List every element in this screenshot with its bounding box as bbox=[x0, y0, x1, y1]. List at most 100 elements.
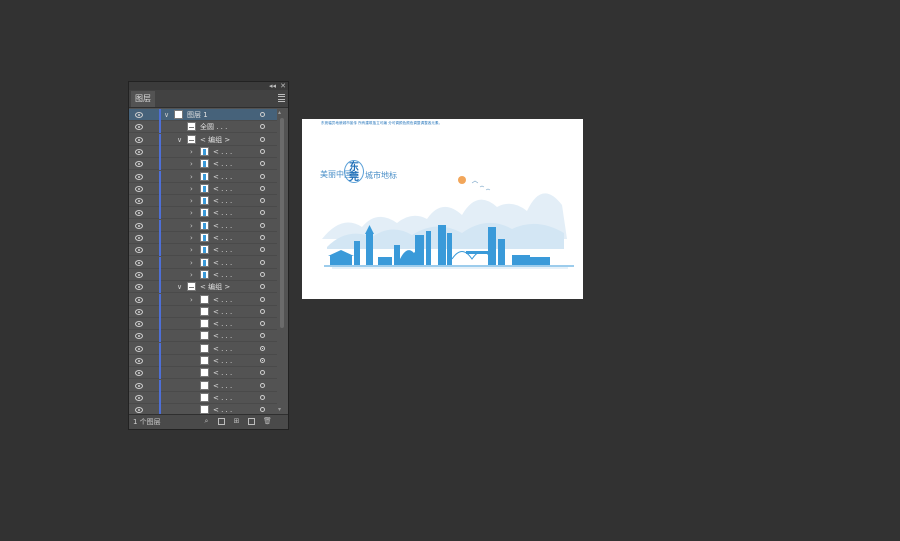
layer-name[interactable]: < . . . bbox=[213, 158, 232, 170]
collapse-chevron-icon[interactable]: › bbox=[190, 269, 193, 281]
layer-row[interactable]: › < . . . bbox=[129, 256, 277, 269]
layer-row[interactable]: ∨ < 编组 > bbox=[129, 133, 277, 146]
layer-row[interactable]: › < . . . bbox=[129, 207, 277, 220]
delete-icon[interactable]: 🗑 bbox=[263, 418, 272, 425]
layer-name[interactable]: < . . . bbox=[213, 294, 232, 306]
eye-visibility-icon[interactable] bbox=[135, 136, 143, 143]
layer-row[interactable]: < . . . bbox=[129, 318, 277, 331]
eye-visibility-icon[interactable] bbox=[135, 148, 143, 155]
layer-name[interactable]: < . . . bbox=[213, 367, 232, 379]
collapse-chevron-icon[interactable]: › bbox=[190, 183, 193, 195]
layer-name[interactable]: < . . . bbox=[213, 318, 232, 330]
target-circle-icon[interactable] bbox=[260, 247, 265, 253]
layer-row[interactable]: < . . . bbox=[129, 379, 277, 392]
collapse-chevron-icon[interactable]: › bbox=[190, 220, 193, 232]
tab-layers[interactable]: 图层 bbox=[131, 91, 155, 107]
layer-row[interactable]: › < . . . bbox=[129, 182, 277, 195]
layer-row[interactable]: < . . . bbox=[129, 342, 277, 355]
target-circle-icon[interactable] bbox=[260, 173, 265, 179]
layer-name[interactable]: < . . . bbox=[213, 380, 232, 392]
layer-row[interactable]: 全圆 . . . bbox=[129, 121, 277, 134]
layer-row[interactable]: › < . . . bbox=[129, 170, 277, 183]
make-clipping-mask-icon[interactable] bbox=[218, 418, 225, 425]
layer-name[interactable]: < 编组 > bbox=[200, 134, 230, 146]
target-circle-icon[interactable] bbox=[260, 333, 265, 339]
eye-visibility-icon[interactable] bbox=[135, 259, 143, 266]
target-circle-icon[interactable] bbox=[260, 296, 265, 302]
eye-visibility-icon[interactable] bbox=[135, 210, 143, 217]
layer-name[interactable]: < . . . bbox=[213, 171, 232, 183]
eye-visibility-icon[interactable] bbox=[135, 321, 143, 328]
layer-row[interactable]: < . . . bbox=[129, 367, 277, 380]
scroll-down-arrow-icon[interactable]: ▾ bbox=[278, 406, 281, 413]
layer-name[interactable]: 图层 1 bbox=[187, 109, 208, 121]
layer-row[interactable]: › < . . . bbox=[129, 244, 277, 257]
layer-name[interactable]: 全圆 . . . bbox=[200, 121, 227, 133]
eye-visibility-icon[interactable] bbox=[135, 173, 143, 180]
panel-menu-icon[interactable] bbox=[278, 94, 285, 102]
layer-name[interactable]: < . . . bbox=[213, 343, 232, 355]
collapse-chevron-icon[interactable]: › bbox=[190, 244, 193, 256]
layer-name[interactable]: < . . . bbox=[213, 306, 232, 318]
eye-visibility-icon[interactable] bbox=[135, 161, 143, 168]
target-circle-icon[interactable] bbox=[260, 382, 265, 388]
target-circle-icon[interactable] bbox=[260, 370, 265, 376]
eye-visibility-icon[interactable] bbox=[135, 185, 143, 192]
layer-name[interactable]: < . . . bbox=[213, 146, 232, 158]
collapse-chevron-icon[interactable]: › bbox=[190, 195, 193, 207]
eye-visibility-icon[interactable] bbox=[135, 394, 143, 401]
target-circle-icon[interactable] bbox=[260, 148, 265, 154]
collapse-chevron-icon[interactable]: › bbox=[190, 294, 193, 306]
layer-row[interactable]: < . . . bbox=[129, 355, 277, 367]
eye-visibility-icon[interactable] bbox=[135, 333, 143, 340]
layer-row[interactable]: › < . . . bbox=[129, 293, 277, 306]
eye-visibility-icon[interactable] bbox=[135, 407, 143, 414]
layer-name[interactable]: < . . . bbox=[213, 183, 232, 195]
target-circle-icon[interactable] bbox=[260, 124, 265, 130]
expand-chevron-icon[interactable]: ∨ bbox=[164, 109, 169, 121]
artboard[interactable]: 东莞幅员地貌城市宣传 所有建筑独立可编 分可调颜色颜色调整调整各元素。 美丽中国… bbox=[302, 119, 583, 299]
target-circle-icon[interactable] bbox=[260, 394, 265, 400]
eye-visibility-icon[interactable] bbox=[135, 271, 143, 278]
collapse-chevron-icon[interactable]: › bbox=[190, 232, 193, 244]
eye-visibility-icon[interactable] bbox=[135, 308, 143, 315]
target-circle-icon[interactable] bbox=[260, 259, 265, 265]
eye-visibility-icon[interactable] bbox=[135, 112, 143, 118]
layer-row[interactable]: › < . . . bbox=[129, 232, 277, 244]
eye-visibility-icon[interactable] bbox=[135, 358, 143, 364]
layer-row[interactable]: › < . . . bbox=[129, 195, 277, 208]
collapse-chevron-icon[interactable]: › bbox=[190, 257, 193, 269]
panel-title-bar[interactable]: ◂◂ ✕ bbox=[129, 82, 288, 90]
target-circle-icon[interactable] bbox=[260, 271, 265, 277]
eye-visibility-icon[interactable] bbox=[135, 345, 143, 352]
layer-name[interactable]: < . . . bbox=[213, 392, 232, 404]
new-layer-icon[interactable] bbox=[248, 418, 255, 425]
eye-visibility-icon[interactable] bbox=[135, 370, 143, 377]
target-circle-icon[interactable] bbox=[260, 284, 265, 290]
collapse-chevron-icon[interactable]: › bbox=[190, 158, 193, 170]
layer-name[interactable]: < . . . bbox=[213, 330, 232, 342]
target-circle-icon[interactable] bbox=[260, 222, 265, 228]
eye-visibility-icon[interactable] bbox=[135, 247, 143, 254]
collapse-chevron-icon[interactable]: › bbox=[190, 146, 193, 158]
layer-row[interactable]: › < . . . bbox=[129, 219, 277, 232]
layer-name[interactable]: < . . . bbox=[213, 195, 232, 207]
layer-row[interactable]: < . . . bbox=[129, 391, 277, 404]
eye-visibility-icon[interactable] bbox=[135, 284, 143, 291]
layer-row-layer-1[interactable]: ∨ 图层 1 bbox=[129, 109, 277, 121]
layer-row[interactable]: › < . . . bbox=[129, 145, 277, 158]
layer-row[interactable]: ∨ < 编组 > bbox=[129, 281, 277, 294]
layer-name[interactable]: < . . . bbox=[213, 220, 232, 232]
collapse-chevron-icon[interactable]: › bbox=[190, 171, 193, 183]
target-circle-icon[interactable] bbox=[260, 321, 265, 327]
target-circle-icon[interactable] bbox=[260, 407, 265, 413]
target-circle-icon[interactable] bbox=[260, 136, 265, 142]
target-circle-icon[interactable] bbox=[260, 308, 265, 314]
eye-visibility-icon[interactable] bbox=[135, 222, 143, 229]
layer-name[interactable]: < . . . bbox=[213, 355, 232, 367]
eye-visibility-icon[interactable] bbox=[135, 235, 143, 241]
layer-row[interactable]: › < . . . bbox=[129, 158, 277, 171]
eye-visibility-icon[interactable] bbox=[135, 382, 143, 389]
layer-name[interactable]: < . . . bbox=[213, 232, 232, 244]
layer-name[interactable]: < . . . bbox=[213, 244, 232, 256]
